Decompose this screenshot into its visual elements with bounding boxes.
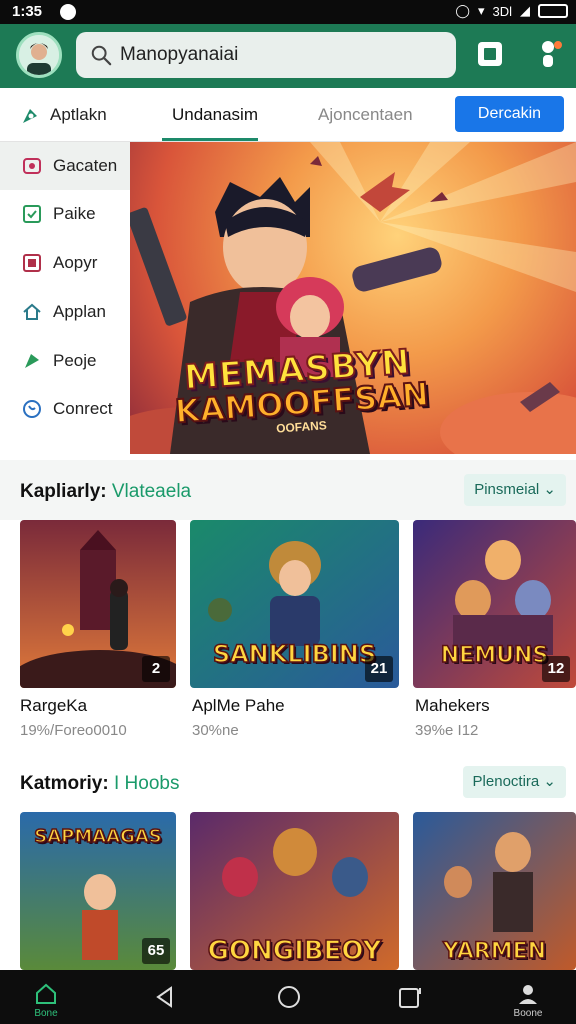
sidebar-item-label: Paike <box>53 204 96 223</box>
sidebar: Gacaten Paike Aopyr Applan Peoje Conrect <box>0 142 130 454</box>
chevron-down-icon: ⌄ <box>543 481 556 498</box>
game-card[interactable]: 2 <box>20 520 176 688</box>
dropdown-value: Pinsmeial <box>474 481 540 498</box>
section-title: Kapliarly: Vlateaela <box>20 481 191 503</box>
signal-text: 3Dl <box>492 3 512 19</box>
checkbox-icon <box>23 205 41 223</box>
card-subtitle: 39%e I12 <box>415 722 479 739</box>
card-art-title: SAPMAAGAS <box>33 825 162 848</box>
app-header <box>0 24 576 88</box>
sidebar-item-label: Peoje <box>53 351 97 370</box>
notification-icon <box>60 4 76 20</box>
dropdown-value: Plenoctira <box>472 773 540 790</box>
chevron-down-icon: ⌄ <box>543 773 556 790</box>
nav-profile[interactable]: Boone <box>498 970 558 1024</box>
card-subtitle: 19%/Foreo0010 <box>20 722 127 739</box>
nav-home[interactable]: Bone <box>16 970 76 1024</box>
tab-aptlakn[interactable]: Aptlakn <box>20 88 107 142</box>
sidebar-item-label: Conrect <box>53 399 113 418</box>
nav-home-label: Bone <box>34 1008 58 1019</box>
app-box-icon <box>23 254 41 272</box>
game-card[interactable]: YARMEN <box>413 812 576 970</box>
bottom-nav-bar: Bone Boone <box>0 970 576 1024</box>
home-icon <box>23 303 41 320</box>
tab-undanasim[interactable]: Undanasim <box>172 88 258 142</box>
home-icon <box>36 983 56 1004</box>
section-filter-dropdown[interactable]: Plenoctira ⌄ <box>462 766 566 798</box>
hero-title: MEMASBYN KAMOOFFSAN OOFANS <box>171 341 431 442</box>
sidebar-item-label: Gacaten <box>53 156 118 175</box>
card-rating-badge: 65 <box>142 938 170 964</box>
card-rating-badge: 2 <box>142 656 170 682</box>
profile-icon[interactable] <box>530 36 566 72</box>
tab-ajoncentaen[interactable]: Ajoncentaen <box>318 88 413 142</box>
sidebar-item-gacaten[interactable]: Gacaten <box>0 142 130 190</box>
home-circle-icon[interactable] <box>276 984 302 1010</box>
status-bar: 1:35 ◯ ▾ 3Dl ◢ <box>0 0 576 24</box>
person-icon <box>519 985 537 1004</box>
avatar[interactable] <box>16 32 62 78</box>
card-rating-badge: 12 <box>542 656 570 682</box>
card-rating-badge: 21 <box>365 656 393 682</box>
tab-aptlakn-label: Aptlakn <box>50 105 107 124</box>
avatar-person-icon <box>19 35 59 75</box>
section-title: Katmoriy: I Hoobs <box>20 773 179 795</box>
wifi-icon: ▾ <box>477 3 485 18</box>
sidebar-item-label: Applan <box>53 302 106 321</box>
nav-profile-label: Boone <box>513 1008 543 1019</box>
sidebar-item-label: Aopyr <box>53 253 98 272</box>
signal-icon: ◢ <box>520 3 530 18</box>
back-icon[interactable] <box>154 986 176 1008</box>
game-card[interactable]: SAPMAAGAS 65 <box>20 812 176 970</box>
card-subtitle: 30%ne <box>192 722 239 739</box>
globe-icon <box>23 400 41 418</box>
action-button[interactable]: Dercakin <box>455 96 564 132</box>
status-indicators: ◯ ▾ 3Dl ◢ <box>455 3 568 19</box>
search-bar[interactable] <box>76 32 456 78</box>
section-title-text: Kapliarly: <box>20 481 107 502</box>
scan-square-icon[interactable] <box>474 38 506 70</box>
recent-apps-icon[interactable] <box>398 984 424 1010</box>
section-filter-dropdown[interactable]: Pinsmeial ⌄ <box>464 474 566 506</box>
sidebar-item-applan[interactable]: Applan <box>0 288 130 336</box>
status-time: 1:35 <box>12 3 43 20</box>
hero-banner[interactable]: MEMASBYN KAMOOFFSAN OOFANS <box>130 142 576 454</box>
section-title-accent: I Hoobs <box>113 773 180 794</box>
sidebar-item-aopyr[interactable]: Aopyr <box>0 239 130 287</box>
sidebar-item-conrect[interactable]: Conrect <box>0 385 130 433</box>
top-tab-bar: Aptlakn Undanasim Ajoncentaen Dercakin <box>0 88 576 142</box>
active-tab-indicator <box>162 138 258 141</box>
game-card[interactable]: NEMUNS 12 <box>413 520 576 688</box>
sidebar-item-peoje[interactable]: Peoje <box>0 337 130 385</box>
game-card[interactable]: SANKLIBINS 21 <box>190 520 399 688</box>
card-art-title: GONGIBEOY <box>207 935 382 967</box>
leaf-icon <box>23 108 37 123</box>
battery-icon <box>538 4 568 18</box>
alarm-icon: ◯ <box>455 3 470 18</box>
search-icon <box>91 45 112 66</box>
card-title: Mahekers <box>415 696 490 715</box>
section-title-text: Katmoriy: <box>20 773 109 794</box>
sidebar-item-paike[interactable]: Paike <box>0 190 130 238</box>
tag-icon <box>25 354 39 368</box>
card-title: RargeKa <box>20 696 88 715</box>
card-art-title: YARMEN <box>442 938 547 965</box>
section-title-accent: Vlateaela <box>111 481 192 502</box>
game-card[interactable]: GONGIBEOY <box>190 812 399 970</box>
search-input[interactable] <box>120 40 440 70</box>
gamepad-icon <box>23 158 41 174</box>
card-title: AplMe Pahe <box>192 696 285 715</box>
